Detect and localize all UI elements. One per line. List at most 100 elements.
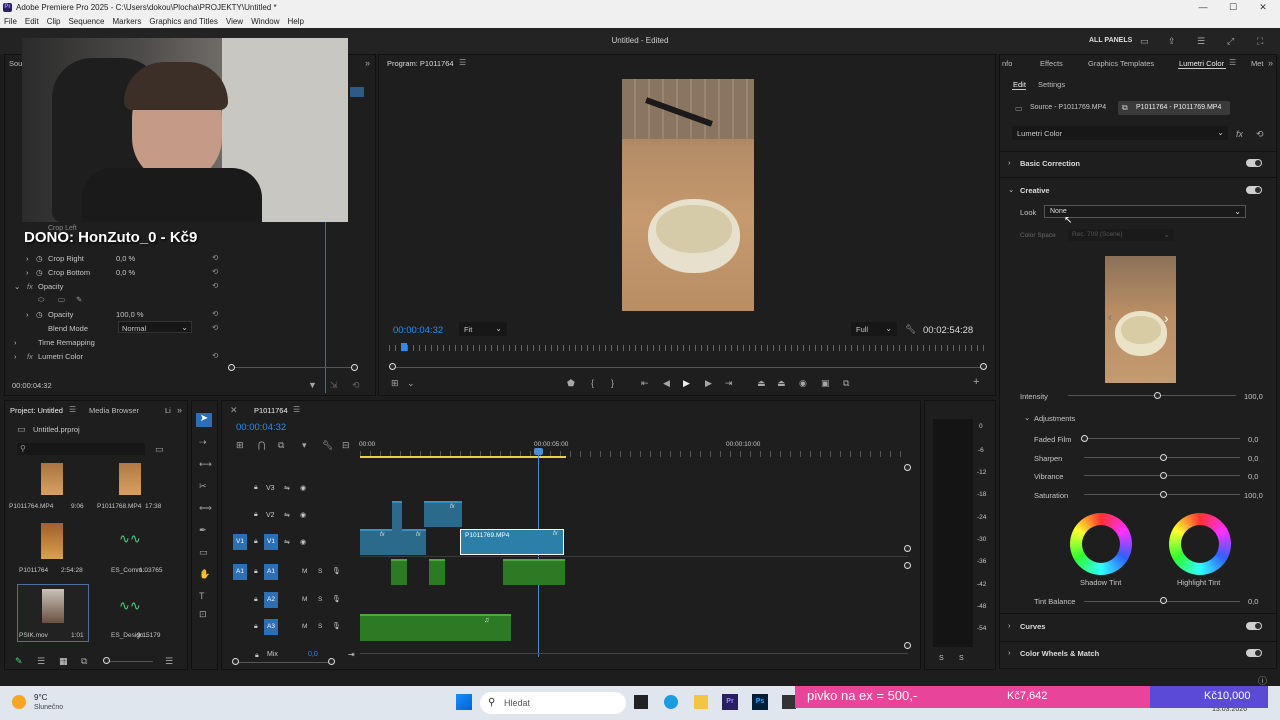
audio-clip[interactable] bbox=[429, 559, 445, 585]
icon-view-icon[interactable]: ▦ bbox=[59, 656, 68, 666]
track-a1-label[interactable]: A1 bbox=[264, 564, 278, 580]
program-tab[interactable]: Program: P1011764 bbox=[387, 59, 454, 68]
thumbnail[interactable] bbox=[41, 463, 63, 495]
video-clip[interactable]: fx bbox=[360, 529, 392, 555]
music-audio-clip[interactable]: ♫ bbox=[360, 614, 511, 641]
task-view-icon[interactable] bbox=[634, 695, 648, 709]
zoom-scroll-start[interactable] bbox=[389, 363, 396, 370]
menu-edit[interactable]: Edit bbox=[21, 15, 43, 26]
program-timecode[interactable]: 00:00:04:32 bbox=[393, 325, 443, 336]
thumbnail-zoom-slider[interactable] bbox=[107, 661, 153, 662]
menu-sequence[interactable]: Sequence bbox=[64, 15, 108, 26]
edge-icon[interactable] bbox=[664, 695, 678, 709]
generative-extend-icon[interactable]: ⊡ bbox=[199, 609, 207, 619]
sharpen-knob[interactable] bbox=[1160, 454, 1167, 461]
track-lock-icon[interactable]: 🔒︎ bbox=[254, 623, 258, 631]
mark-out-icon[interactable]: } bbox=[611, 378, 614, 388]
source-patch-a1[interactable]: A1 bbox=[233, 564, 247, 580]
timeline-timecode[interactable]: 00:00:04:32 bbox=[236, 422, 286, 433]
marker-icon[interactable]: ▾ bbox=[302, 440, 307, 450]
expand-basic-correction-icon[interactable]: › bbox=[1008, 158, 1011, 167]
rectangle-mask-icon[interactable]: ▭ bbox=[58, 295, 65, 304]
look-select[interactable]: None ⌄ bbox=[1044, 205, 1246, 218]
track-lock-icon[interactable]: 🔒︎ bbox=[254, 538, 258, 546]
zoom-scroll-start[interactable] bbox=[228, 364, 235, 371]
vertical-scroll-knob[interactable] bbox=[904, 642, 911, 649]
tab-media-browser[interactable]: Media Browser bbox=[89, 406, 139, 415]
intensity-value[interactable]: 100,0 bbox=[1244, 392, 1263, 401]
reset-icon[interactable]: ⟲ bbox=[212, 267, 218, 276]
subtab-settings[interactable]: Settings bbox=[1038, 80, 1065, 89]
timeline-horizontal-scrollbar[interactable] bbox=[360, 653, 908, 654]
panel-expand-icon[interactable]: » bbox=[177, 405, 182, 415]
crop-right-value[interactable]: 0,0 % bbox=[116, 254, 135, 263]
program-ruler[interactable] bbox=[389, 345, 985, 351]
menu-file[interactable]: File bbox=[0, 15, 21, 26]
vr-icon[interactable]: ⧉ bbox=[843, 378, 849, 388]
creative-toggle[interactable] bbox=[1246, 186, 1262, 194]
menu-clip[interactable]: Clip bbox=[43, 15, 65, 26]
panel-menu-icon[interactable]: ☰ bbox=[69, 405, 76, 414]
effect-select[interactable]: Lumetri Color ⌄ bbox=[1012, 126, 1228, 140]
maximize-button[interactable]: ☐ bbox=[1216, 0, 1250, 15]
program-video-frame[interactable] bbox=[622, 79, 754, 311]
step-forward-icon[interactable]: ▶ bbox=[705, 378, 712, 388]
crop-bottom-value[interactable]: 0,0 % bbox=[116, 268, 135, 277]
vertical-scroll-knob[interactable] bbox=[904, 464, 911, 471]
track-a2-label[interactable]: A2 bbox=[264, 592, 278, 608]
close-button[interactable]: ✕ bbox=[1246, 0, 1280, 15]
type-icon[interactable]: T bbox=[199, 591, 205, 601]
new-bin-icon[interactable]: ▭ bbox=[155, 444, 164, 454]
track-lock-icon[interactable]: 🔒︎ bbox=[255, 652, 259, 660]
track-lock-icon[interactable]: 🔒︎ bbox=[254, 511, 258, 519]
chevron-down-icon[interactable]: ⌄ bbox=[407, 378, 415, 388]
opacity-value[interactable]: 100,0 % bbox=[116, 310, 144, 319]
mute-button[interactable]: M bbox=[302, 568, 307, 575]
quick-export-icon[interactable]: ▭ bbox=[1140, 36, 1149, 46]
mute-button[interactable]: M bbox=[302, 623, 307, 630]
panel-menu-icon[interactable]: ☰ bbox=[459, 58, 466, 67]
photoshop-taskbar-icon[interactable]: Ps bbox=[752, 694, 768, 710]
export-icon[interactable]: ⇲ bbox=[330, 380, 338, 390]
expand-color-wheels-icon[interactable]: › bbox=[1008, 648, 1011, 657]
quality-select[interactable]: Full ⌄ bbox=[851, 322, 897, 336]
basic-correction-toggle[interactable] bbox=[1246, 159, 1262, 167]
faded-film-knob[interactable] bbox=[1081, 435, 1088, 442]
microphone-icon[interactable]: 🎙︎ bbox=[332, 595, 341, 603]
track-select-icon[interactable]: ⇢ bbox=[199, 437, 207, 447]
share-icon[interactable]: ⇪ bbox=[1168, 36, 1176, 46]
creative-label[interactable]: Creative bbox=[1020, 186, 1050, 195]
color-space-select[interactable]: Rec. 709 (Scene) ⌄ bbox=[1068, 229, 1174, 241]
minimize-button[interactable]: — bbox=[1186, 0, 1220, 15]
reset-icon[interactable]: ⟲ bbox=[212, 351, 218, 360]
collapse-creative-icon[interactable]: ⌄ bbox=[1008, 185, 1014, 194]
pen-mask-icon[interactable]: ✎ bbox=[76, 295, 82, 304]
ripple-edit-icon[interactable]: ⟷ bbox=[199, 459, 212, 469]
go-to-out-icon[interactable]: ⇥ bbox=[725, 378, 733, 388]
freeform-view-icon[interactable]: ⧉ bbox=[81, 656, 87, 666]
tab-lumetri-color[interactable]: Lumetri Color bbox=[1179, 59, 1224, 68]
step-back-icon[interactable]: ◀ bbox=[663, 378, 670, 388]
camera-icon[interactable]: ◉ bbox=[799, 378, 807, 388]
sequence-tab[interactable]: P1011764 bbox=[254, 406, 288, 415]
taskbar-search[interactable]: ⚲ Hledat bbox=[480, 692, 626, 714]
source-chip[interactable]: ▭ Source - P1011769.MP4 bbox=[1012, 101, 1112, 115]
program-playhead[interactable] bbox=[401, 343, 407, 351]
reset-icon[interactable]: ⟲ bbox=[352, 380, 360, 390]
adjustments-label[interactable]: Adjustments bbox=[1034, 414, 1075, 423]
effect-controls-timecode[interactable]: 00:00:04:32 bbox=[12, 381, 52, 390]
subtab-edit[interactable]: Edit bbox=[1013, 80, 1026, 89]
track-a3-label[interactable]: A3 bbox=[264, 619, 278, 635]
shadow-tint-wheel[interactable] bbox=[1070, 513, 1132, 575]
wrench-icon[interactable]: 🔧︎ bbox=[322, 440, 333, 450]
list-view-icon[interactable]: ☰ bbox=[37, 656, 45, 666]
solo-button[interactable]: S bbox=[318, 596, 322, 603]
expand-crop-right-icon[interactable]: › bbox=[26, 254, 29, 263]
extract-icon[interactable]: ⏏ bbox=[777, 378, 786, 388]
work-area-bar[interactable] bbox=[360, 456, 566, 458]
weather-sun-icon[interactable] bbox=[12, 695, 26, 709]
expand-opacity-icon[interactable]: › bbox=[26, 310, 29, 319]
solo-right-button[interactable]: S bbox=[959, 655, 964, 662]
tab-metadata[interactable]: Met bbox=[1251, 59, 1264, 68]
expand-curves-icon[interactable]: › bbox=[1008, 621, 1011, 630]
